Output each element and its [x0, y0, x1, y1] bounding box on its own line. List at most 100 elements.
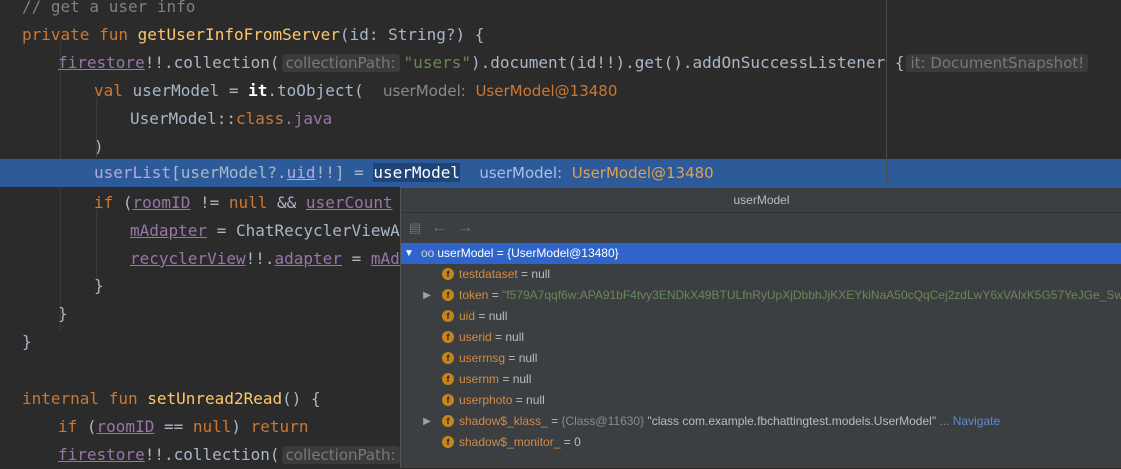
code-text: !!] = — [315, 163, 374, 182]
property: .java — [284, 109, 333, 128]
code-text: .toObject( — [267, 81, 364, 100]
inline-debug-value: UserModel@13480 — [475, 82, 618, 100]
keyword: return — [250, 417, 309, 436]
field-icon: f — [442, 373, 454, 385]
code-text: (id: String?) { — [339, 25, 485, 44]
indent-guide — [96, 210, 97, 280]
field-value: = null — [491, 330, 525, 344]
inline-debug-value: UserModel@13480 — [571, 164, 714, 182]
keyword: val — [94, 81, 123, 100]
tree-row-userphoto[interactable]: f userphoto = null — [401, 390, 1121, 411]
code-text: ) — [94, 137, 104, 156]
field-icon: f — [442, 394, 454, 406]
tree-row-usernm[interactable]: f usernm = null — [401, 369, 1121, 390]
property: recyclerView — [130, 249, 246, 268]
navigate-link[interactable]: Navigate — [953, 414, 1000, 428]
property: roomID — [96, 417, 155, 436]
function-name: getUserInfoFromServer — [137, 25, 340, 44]
code-text: ( — [113, 193, 133, 212]
keyword: class — [235, 109, 285, 128]
code-line-collection[interactable]: firestore!!.collection(collectionPath: "u… — [58, 49, 1121, 77]
property: userList — [94, 163, 172, 182]
collapse-arrow-icon[interactable]: ▼ — [403, 243, 415, 264]
code-text: } — [22, 332, 32, 351]
property: roomID — [132, 193, 191, 212]
inline-debug-name: userModel: — [479, 164, 563, 182]
code-line-class-java[interactable]: UserModel::class.java — [130, 105, 1121, 133]
code-text: ( — [77, 417, 97, 436]
popup-toolbar: ▤ ← → — [401, 213, 1121, 243]
tree-row-userid[interactable]: f userid = null — [401, 327, 1121, 348]
watch-glasses-icon: oo — [421, 246, 435, 260]
field-equals: = — [547, 414, 562, 428]
property: adapter — [274, 249, 342, 268]
field-icon: f — [442, 268, 454, 280]
tree-row-testdataset[interactable]: f testdataset = null — [401, 264, 1121, 285]
comment: // get a user info — [22, 0, 196, 16]
code-line-fun-decl[interactable]: private fun getUserInfoFromServer(id: St… — [22, 21, 1121, 49]
tree-row-shadow-klass[interactable]: ▶ f shadow$_klass_ = {Class@11630} "clas… — [401, 411, 1121, 432]
field-icon: f — [442, 289, 454, 301]
tree-row-token[interactable]: ▶ f token = "f579A7qqf6w:APA91bF4tvy3END… — [401, 285, 1121, 306]
code-text: } — [94, 276, 104, 295]
field-name: usermsg — [459, 351, 506, 365]
property: mAdapter — [130, 221, 208, 240]
keyword: fun — [108, 389, 138, 408]
keyword: if — [58, 417, 78, 436]
field-icon: f — [442, 310, 454, 322]
code-text: [userModel?. — [171, 163, 287, 182]
property: userCount — [305, 193, 393, 212]
evaluate-icon[interactable]: ▤ — [409, 220, 421, 236]
code-text: = — [341, 249, 371, 268]
keyword: private — [22, 25, 90, 44]
variables-tree[interactable]: ▼ oo userModel = {UserModel@13480} f test… — [401, 243, 1121, 468]
field-value: = null — [499, 372, 532, 386]
code-text: () { — [282, 389, 321, 408]
parameter-hint: collectionPath: — [281, 446, 400, 464]
selected-expression[interactable]: userModel — [373, 163, 461, 182]
debug-evaluate-popup[interactable]: userModel ▤ ← → ▼ oo userModel = {UserMod… — [400, 187, 1121, 468]
parameter-hint: collectionPath: — [281, 54, 400, 72]
function-name: setUnread2Read — [147, 389, 283, 408]
field-icon: f — [442, 331, 454, 343]
field-string-value: "f579A7qqf6w:APA91bF4tvy3ENDkX49BTULfnRy… — [502, 288, 1121, 302]
lambda-type-hint: it: DocumentSnapshot! — [906, 54, 1089, 72]
keyword: internal — [22, 389, 100, 408]
back-arrow-icon[interactable]: ← — [431, 219, 447, 237]
field-reference: {Class@11630} — [561, 414, 645, 428]
right-margin-guide — [886, 0, 887, 185]
field-value: = null — [505, 351, 538, 365]
field-name: userphoto — [459, 393, 513, 407]
field-value: = null — [517, 267, 551, 281]
code-text: } — [58, 304, 68, 323]
tree-row-usermsg[interactable]: f usermsg = null — [401, 348, 1121, 369]
field-icon: f — [442, 415, 454, 427]
tree-row-shadow-monitor[interactable]: f shadow$_monitor_ = 0 — [401, 432, 1121, 453]
property: uid — [286, 163, 316, 182]
field-name: userid — [459, 330, 492, 344]
code-line-close-paren[interactable]: ) — [94, 133, 1121, 161]
tree-row-uid[interactable]: f uid = null — [401, 306, 1121, 327]
code-text: UserModel:: — [130, 109, 236, 128]
field-value: = null — [475, 309, 508, 323]
field-name: uid — [459, 309, 476, 323]
expand-arrow-icon[interactable]: ▶ — [421, 411, 433, 432]
field-name: usernm — [459, 372, 500, 386]
code-text: !!. — [245, 249, 275, 268]
popup-title[interactable]: userModel — [401, 188, 1121, 213]
keyword: null — [228, 193, 268, 212]
forward-arrow-icon[interactable]: → — [457, 219, 473, 237]
tree-root-row[interactable]: ▼ oo userModel = {UserModel@13480} — [401, 243, 1121, 264]
field-equals: = — [488, 288, 503, 302]
code-line-current-execution[interactable]: userList[userModel?.uid!!] = userModel u… — [0, 159, 1121, 187]
code-line-comment[interactable]: // get a user info — [22, 0, 1121, 21]
field-class-string: "class com.example.fbchattingtest.models… — [644, 414, 937, 428]
expand-arrow-icon[interactable]: ▶ — [421, 285, 433, 306]
field-value: = null — [512, 393, 545, 407]
code-text: && — [267, 193, 306, 212]
property: firestore — [58, 445, 145, 464]
field-name: testdataset — [459, 267, 518, 281]
variable-name: userModel — [437, 246, 494, 260]
code-line-val[interactable]: val userModel = it.toObject( userModel: … — [94, 77, 1121, 105]
keyword: if — [94, 193, 114, 212]
